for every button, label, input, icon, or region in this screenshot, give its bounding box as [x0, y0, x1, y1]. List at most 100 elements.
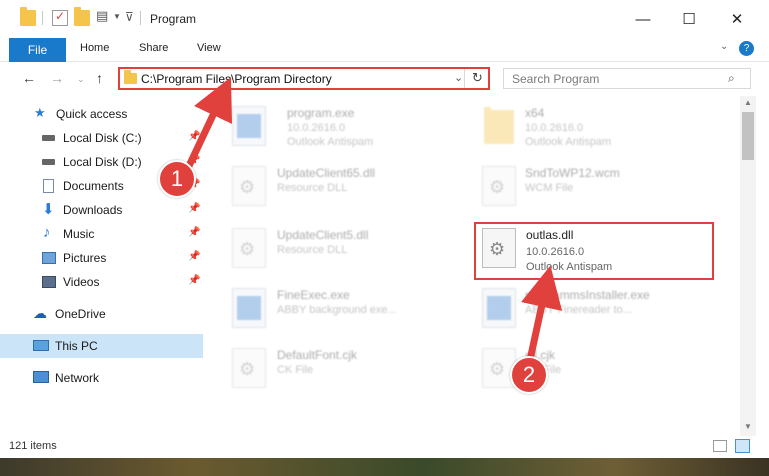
step-2-badge: 2 [510, 356, 548, 394]
tab-share[interactable]: Share [139, 42, 168, 54]
sidebar-item-quick-access[interactable]: ★ Quick access [0, 102, 203, 126]
exe-icon [232, 288, 266, 328]
file-icon [482, 166, 516, 206]
separator [42, 11, 43, 25]
star-icon: ★ [34, 105, 46, 120]
exe-icon [232, 106, 266, 146]
file-icon [232, 348, 266, 388]
file-description: Resource DLL [277, 182, 348, 194]
title-bar: ✓ ▤ ▼ ⊽ Program — ☐ ✕ [0, 0, 769, 38]
file-item[interactable]: programmsInstaller.exe ABBY Finereader t… [482, 284, 732, 336]
file-name: x64 [525, 106, 545, 120]
search-input[interactable]: Search Program ⌕ [503, 68, 751, 89]
close-button[interactable]: ✕ [714, 0, 760, 38]
tab-home[interactable]: Home [80, 42, 109, 54]
sidebar-item-label: OneDrive [55, 307, 106, 321]
sidebar-item-downloads[interactable]: ⬇ Downloads 📌 [0, 198, 203, 222]
file-description: Outlook Antispam [287, 136, 374, 148]
videos-icon [42, 276, 56, 288]
back-icon[interactable]: ← [22, 70, 36, 86]
pin-icon[interactable]: 📌 [188, 131, 200, 142]
help-button[interactable]: ? [739, 41, 754, 56]
desktop-background [0, 458, 769, 476]
status-bar: 121 items [0, 436, 769, 458]
drive-icon [42, 159, 55, 165]
up-icon[interactable]: ↑ [96, 70, 103, 86]
ribbon-tabs: File Home Share View ⌄ ? [0, 38, 769, 62]
computer-icon [33, 340, 49, 351]
sidebar-item-onedrive[interactable]: ☁ OneDrive [0, 302, 203, 326]
file-name: SndToWP12.wcm [525, 166, 620, 180]
music-icon: ♪ [43, 224, 51, 241]
sidebar-item-videos[interactable]: Videos 📌 [0, 270, 203, 294]
sidebar-item-network[interactable]: Network [0, 366, 203, 390]
address-dropdown-icon[interactable]: ⌄ [454, 71, 463, 84]
file-item[interactable]: UpdateClient65.dll Resource DLL [232, 162, 462, 214]
dll-icon [232, 166, 266, 206]
pictures-icon [42, 252, 56, 264]
file-description: Outlook Antispam [525, 136, 612, 148]
folder-item[interactable]: x64 10.0.2616.0 Outlook Antispam [482, 102, 712, 154]
sidebar-item-pictures[interactable]: Pictures 📌 [0, 246, 203, 270]
file-item[interactable]: UpdateClient5.dll Resource DLL [232, 224, 462, 276]
sidebar-item-local-disk-c[interactable]: Local Disk (C:) 📌 [0, 126, 203, 150]
download-icon: ⬇ [42, 201, 55, 218]
separator [140, 11, 141, 25]
minimize-button[interactable]: — [620, 0, 666, 38]
quick-access-dropdown-icon[interactable]: ⊽ [125, 10, 134, 24]
network-icon [33, 371, 49, 383]
pin-icon[interactable]: 📌 [188, 275, 200, 286]
navigation-bar: ← → ⌄ ↑ C:\Program Files\Program Directo… [0, 62, 769, 94]
file-item[interactable]: FineExec.exe ABBY background exe... [232, 284, 462, 336]
file-version: 10.0.2616.0 [525, 122, 584, 134]
file-item[interactable]: DefaultFont.cjk CK File [232, 344, 462, 396]
properties-icon[interactable]: ✓ [52, 9, 68, 26]
forward-icon[interactable]: → [50, 70, 64, 86]
sidebar-item-label: Network [55, 371, 100, 385]
refresh-icon[interactable]: ↻ [472, 70, 483, 86]
item-count: 121 items [9, 440, 57, 452]
file-item[interactable]: program.exe 10.0.2616.0 Outlook Antispam [232, 102, 462, 154]
address-bar[interactable]: C:\Program Files\Program Directory ⌄ ↻ [118, 67, 490, 90]
tab-file[interactable]: File [9, 38, 66, 62]
customize-icon[interactable]: ▤ [96, 8, 112, 24]
sidebar-item-music[interactable]: ♪ Music 📌 [0, 222, 203, 246]
sidebar-item-label: Pictures [63, 251, 107, 265]
maximize-button[interactable]: ☐ [666, 0, 712, 38]
dll-icon [232, 228, 266, 268]
exe-icon [482, 288, 516, 328]
file-name: DefaultFont.cjk [277, 348, 358, 362]
pin-icon[interactable]: 📌 [188, 251, 200, 262]
cloud-icon: ☁ [33, 305, 47, 321]
file-description: ABBY Finereader to... [525, 304, 632, 316]
new-folder-icon[interactable] [74, 7, 90, 26]
search-placeholder: Search Program [512, 72, 600, 86]
large-icons-view-icon[interactable] [735, 439, 750, 453]
file-name: programmsInstaller.exe [525, 288, 650, 302]
address-path[interactable]: C:\Program Files\Program Directory [141, 72, 332, 86]
file-name: UpdateClient5.dll [277, 228, 369, 242]
scrollbar-thumb[interactable] [742, 112, 754, 160]
sidebar-item-this-pc[interactable]: This PC [0, 334, 203, 358]
expand-ribbon-icon[interactable]: ⌄ [720, 41, 728, 52]
sidebar-item-label: Videos [63, 275, 100, 289]
file-name: UpdateClient65.dll [277, 166, 376, 180]
sidebar-item-label: Quick access [56, 107, 128, 121]
sidebar-item-label: Local Disk (D:) [63, 155, 142, 169]
file-item[interactable]: SndToWP12.wcm WCM File [482, 162, 712, 214]
highlight-box [474, 222, 714, 280]
documents-icon [43, 179, 54, 193]
file-version: 10.0.2616.0 [287, 122, 346, 134]
pin-icon[interactable]: 📌 [188, 203, 200, 214]
chevron-down-icon[interactable]: ▼ [113, 12, 121, 21]
recent-locations-icon[interactable]: ⌄ [77, 74, 85, 85]
scroll-down-icon[interactable]: ▼ [744, 422, 752, 431]
tab-view[interactable]: View [197, 42, 221, 54]
file-description: ABBY background exe... [277, 304, 397, 316]
file-description: Resource DLL [277, 244, 348, 256]
search-icon[interactable]: ⌕ [728, 71, 735, 86]
pin-icon[interactable]: 📌 [188, 227, 200, 238]
scroll-up-icon[interactable]: ▲ [744, 98, 752, 107]
folder-icon [20, 7, 36, 26]
details-view-icon[interactable] [713, 440, 727, 452]
